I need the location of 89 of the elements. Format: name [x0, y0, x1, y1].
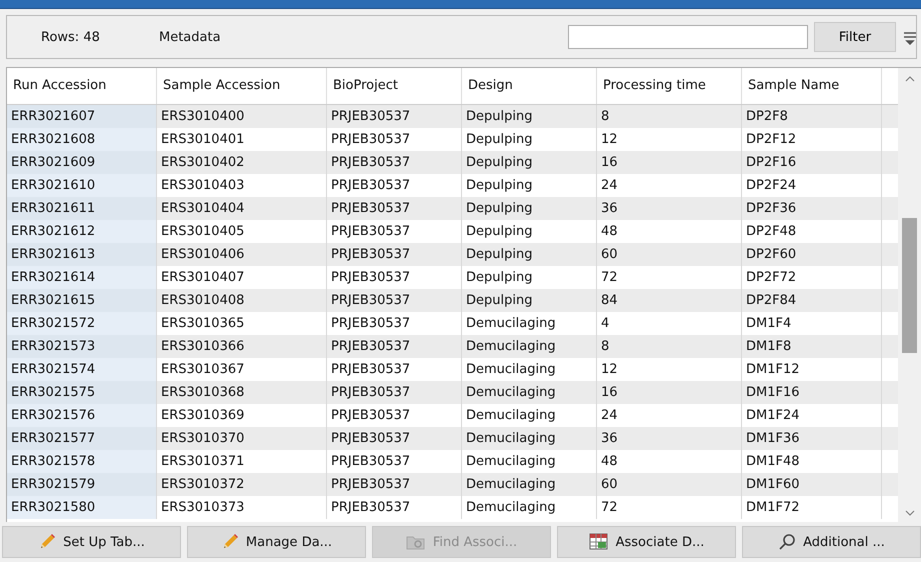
- column-header[interactable]: Sample Accession: [157, 68, 327, 104]
- column-header[interactable]: Run Accession: [7, 68, 157, 104]
- table-cell: DP2F8: [742, 105, 882, 128]
- table-cell: 8: [597, 335, 742, 358]
- table-cell: ERS3010402: [157, 151, 327, 174]
- table-cell: 60: [597, 473, 742, 496]
- table-cell: ERR3021609: [7, 151, 157, 174]
- table-cell: Demucilaging: [462, 427, 597, 450]
- row-count: Rows: 48: [41, 30, 101, 44]
- table-cell: Demucilaging: [462, 381, 597, 404]
- action-button[interactable]: Associate D...: [557, 526, 736, 558]
- table-cell: 8: [597, 105, 742, 128]
- table-cell: ERR3021615: [7, 289, 157, 312]
- table-cell: ERR3021578: [7, 450, 157, 473]
- action-button[interactable]: Manage Da...: [187, 526, 366, 558]
- table-cell: ERS3010373: [157, 496, 327, 519]
- table-cell: Depulping: [462, 289, 597, 312]
- scrollbar-thumb[interactable]: [902, 218, 918, 353]
- action-button[interactable]: Set Up Tab...: [2, 526, 181, 558]
- table-cell: PRJEB30537: [327, 197, 462, 220]
- table-cell: DM1F36: [742, 427, 882, 450]
- search-icon: [778, 533, 796, 551]
- table-cell: PRJEB30537: [327, 381, 462, 404]
- table-cell: PRJEB30537: [327, 335, 462, 358]
- filter-field[interactable]: [568, 25, 808, 49]
- table-cell: ERS3010404: [157, 197, 327, 220]
- table-cell: PRJEB30537: [327, 243, 462, 266]
- table-cell: 16: [597, 151, 742, 174]
- scrollbar[interactable]: [898, 68, 921, 522]
- table-cell: 16: [597, 381, 742, 404]
- table-cell: 36: [597, 197, 742, 220]
- table-cell: Depulping: [462, 151, 597, 174]
- table-cell: ERS3010368: [157, 381, 327, 404]
- table-cell: ERR3021613: [7, 243, 157, 266]
- table-cell: Demucilaging: [462, 496, 597, 519]
- column-header[interactable]: BioProject: [327, 68, 462, 104]
- table-cell: ERR3021579: [7, 473, 157, 496]
- table-cell: ERR3021610: [7, 174, 157, 197]
- table-cell: PRJEB30537: [327, 289, 462, 312]
- table-cell: ERR3021572: [7, 312, 157, 335]
- table-cell: 36: [597, 427, 742, 450]
- panel-title: Metadata: [159, 30, 222, 44]
- column-header[interactable]: Sample Name: [742, 68, 882, 104]
- table-cell: PRJEB30537: [327, 105, 462, 128]
- column-header[interactable]: Processing time: [597, 68, 742, 104]
- table-cell: DM1F72: [742, 496, 882, 519]
- action-button[interactable]: Additional ...: [742, 526, 921, 558]
- table-cell: DM1F16: [742, 381, 882, 404]
- table-cell: ERR3021573: [7, 335, 157, 358]
- table-cell: DP2F16: [742, 151, 882, 174]
- table-cell: ERR3021576: [7, 404, 157, 427]
- table-cell: ERR3021607: [7, 105, 157, 128]
- table-cell: 84: [597, 289, 742, 312]
- table-cell: Depulping: [462, 243, 597, 266]
- table-cell: 60: [597, 243, 742, 266]
- table-cell: ERS3010406: [157, 243, 327, 266]
- table-cell: PRJEB30537: [327, 427, 462, 450]
- table-cell: ERS3010408: [157, 289, 327, 312]
- table-cell: DM1F60: [742, 473, 882, 496]
- scroll-up-icon[interactable]: [904, 76, 915, 82]
- table-cell: ERR3021612: [7, 220, 157, 243]
- table-cell: PRJEB30537: [327, 496, 462, 519]
- table-cell: ERS3010370: [157, 427, 327, 450]
- table-cell: ERR3021614: [7, 266, 157, 289]
- table-cell: DP2F36: [742, 197, 882, 220]
- table-cell: ERR3021580: [7, 496, 157, 519]
- table-cell: ERR3021608: [7, 128, 157, 151]
- table-cell: ERR3021574: [7, 358, 157, 381]
- table-cell: Demucilaging: [462, 473, 597, 496]
- table-cell: ERR3021575: [7, 381, 157, 404]
- table-cell: DP2F60: [742, 243, 882, 266]
- table-cell: Depulping: [462, 105, 597, 128]
- pencil-icon: [38, 533, 56, 551]
- table-cell: 72: [597, 496, 742, 519]
- table-cell: Demucilaging: [462, 335, 597, 358]
- filter-button[interactable]: Filter: [814, 22, 896, 52]
- scroll-down-icon[interactable]: [904, 510, 915, 516]
- table-cell: PRJEB30537: [327, 473, 462, 496]
- table-cell: ERR3021577: [7, 427, 157, 450]
- table-cell: ERS3010366: [157, 335, 327, 358]
- table-cell: ERR3021611: [7, 197, 157, 220]
- table-cell: DM1F8: [742, 335, 882, 358]
- column-header[interactable]: Design: [462, 68, 597, 104]
- table-cell: ERS3010372: [157, 473, 327, 496]
- table-cell: Depulping: [462, 197, 597, 220]
- spreadsheet-icon: [588, 533, 609, 551]
- table-cell: DP2F84: [742, 289, 882, 312]
- table-cell: PRJEB30537: [327, 151, 462, 174]
- table-cell: ERS3010400: [157, 105, 327, 128]
